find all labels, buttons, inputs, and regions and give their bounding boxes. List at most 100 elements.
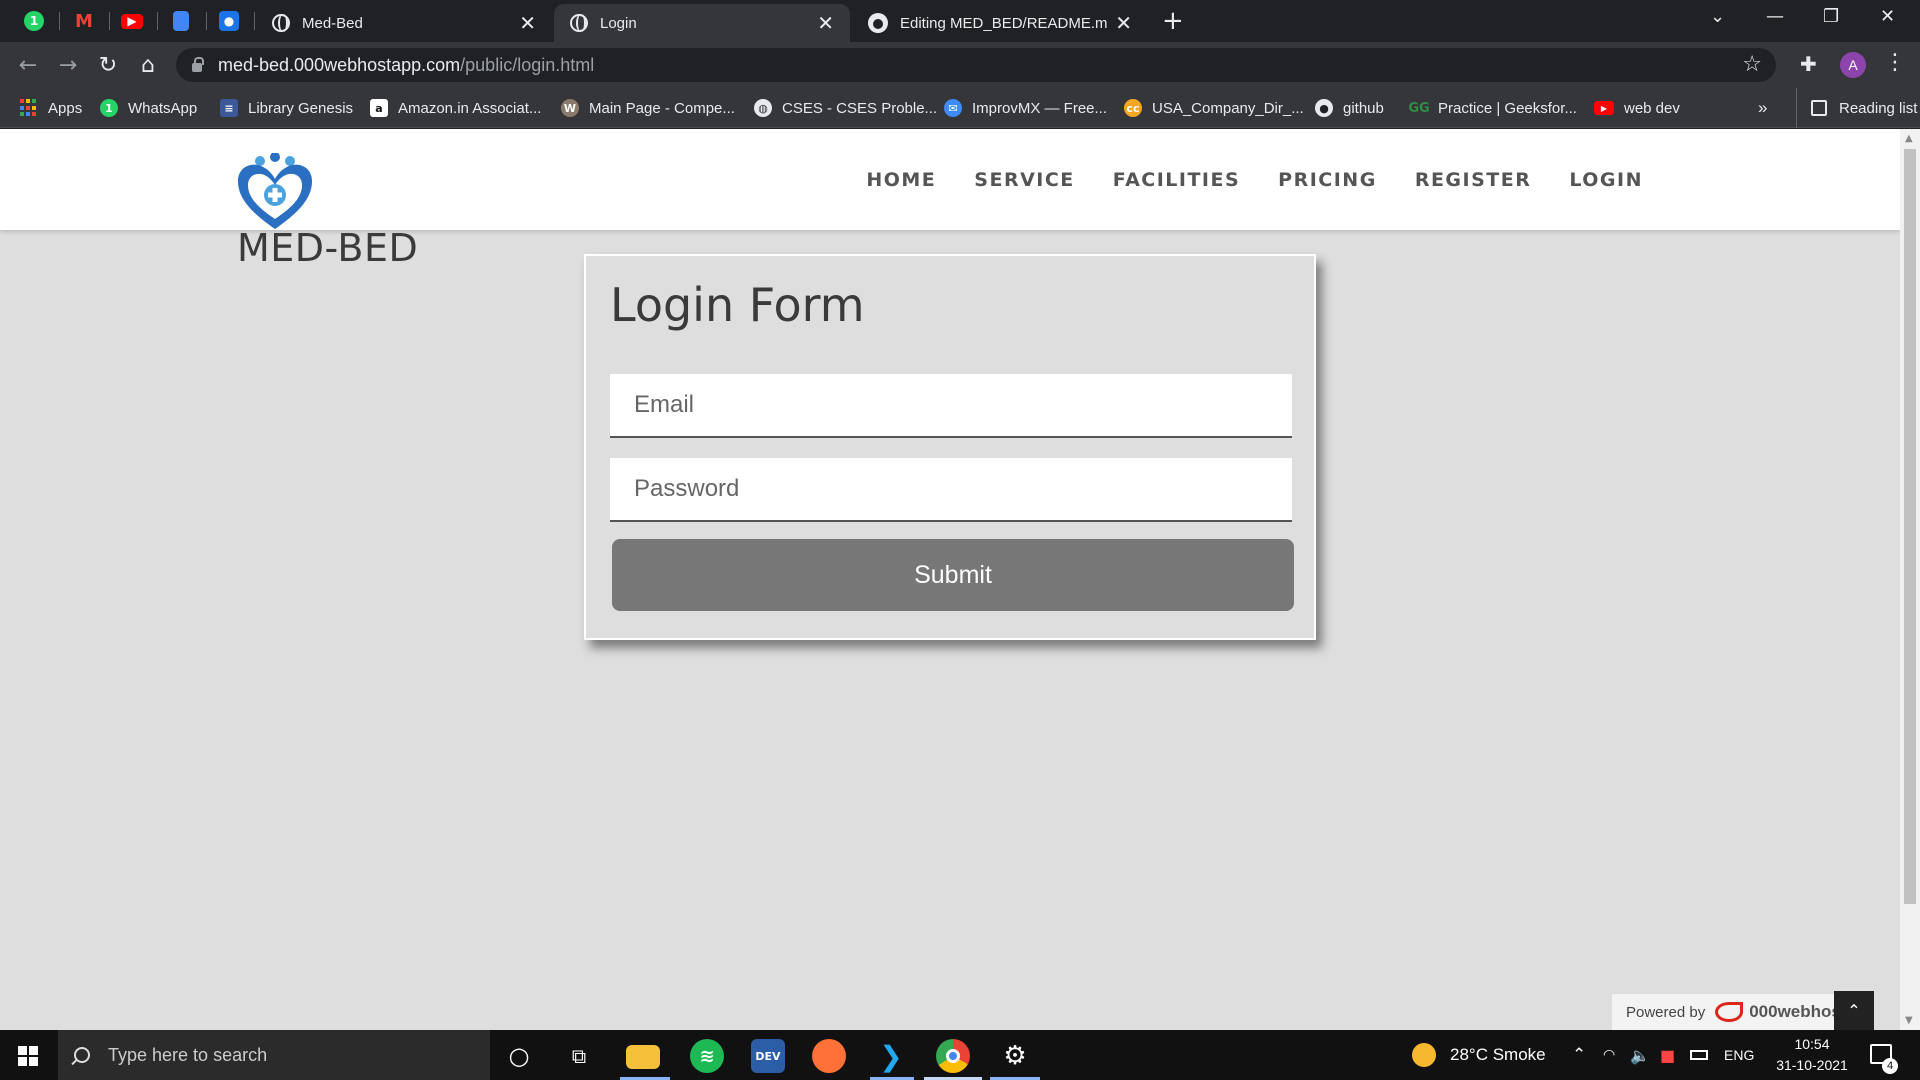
scrollbar-thumb[interactable] xyxy=(1904,149,1916,904)
notification-count-badge: 4 xyxy=(1882,1058,1898,1074)
windows-start-icon[interactable] xyxy=(18,1046,38,1066)
bookmark-apps[interactable]: Apps xyxy=(20,88,82,128)
nav-pricing[interactable]: PRICING xyxy=(1278,169,1377,191)
weather-text: 28°C Smoke xyxy=(1450,1045,1546,1064)
close-tab-icon[interactable]: ✕ xyxy=(519,11,536,35)
gmail-icon: M xyxy=(75,10,93,32)
search-icon xyxy=(74,1047,90,1063)
reading-list-icon xyxy=(1811,100,1827,116)
file-explorer-icon[interactable] xyxy=(626,1045,660,1069)
close-tab-icon[interactable]: ✕ xyxy=(817,11,834,35)
nav-home[interactable]: HOME xyxy=(866,169,936,191)
wifi-icon[interactable]: ◠ xyxy=(1603,1030,1615,1080)
scroll-up-arrow-icon[interactable]: ▲ xyxy=(1905,133,1913,144)
bookmarks-bar: Apps 1 WhatsApp ≡ Library Genesis a Amaz… xyxy=(0,88,1920,128)
bookmark-amazon[interactable]: a Amazon.in Associat... xyxy=(370,88,541,128)
taskbar-search[interactable]: Type here to search xyxy=(58,1030,490,1080)
address-bar[interactable]: med-bed.000webhostapp.com/public/login.h… xyxy=(176,48,1776,82)
nav-service[interactable]: SERVICE xyxy=(974,169,1075,191)
chrome-icon[interactable] xyxy=(936,1039,970,1073)
password-field[interactable] xyxy=(610,458,1292,522)
nav-login[interactable]: LOGIN xyxy=(1569,169,1643,191)
globe-icon xyxy=(570,14,588,32)
reload-icon[interactable]: ↻ xyxy=(94,51,122,79)
bookmark-web-dev[interactable]: ▶ web dev xyxy=(1594,88,1680,128)
cortana-icon[interactable]: ○ xyxy=(502,1039,536,1073)
bookmark-label: Practice | Geeksfor... xyxy=(1438,99,1577,117)
page-scrollbar[interactable]: ▲ ▼ xyxy=(1900,129,1920,1030)
bookmark-label: Library Genesis xyxy=(248,99,354,117)
nav-facilities[interactable]: FACILITIES xyxy=(1113,169,1240,191)
heart-plus-logo-icon[interactable] xyxy=(236,153,314,231)
nav-register[interactable]: REGISTER xyxy=(1415,169,1532,191)
restore-icon[interactable]: ❐ xyxy=(1823,6,1839,27)
profile-avatar[interactable]: A xyxy=(1840,52,1866,78)
bookmark-star-icon[interactable]: ☆ xyxy=(1742,52,1762,77)
windows-taskbar: Type here to search ○ ⧉ ≋ DEV ❯ ⚙ 28°C S… xyxy=(0,1030,1920,1080)
whatsapp-icon: 1 xyxy=(100,99,118,117)
powered-by-badge[interactable]: Powered by 000webhost xyxy=(1612,993,1870,1030)
menu-kebab-icon[interactable]: ⋮ xyxy=(1884,50,1906,75)
forward-icon[interactable]: → xyxy=(54,51,82,79)
extensions-icon[interactable]: ✚ xyxy=(1800,52,1817,76)
tab-med-bed[interactable]: Med-Bed ✕ xyxy=(256,4,552,42)
github-icon: ● xyxy=(1315,99,1333,117)
tray-overflow-chevron-icon[interactable]: ⌃ xyxy=(1572,1030,1586,1080)
wiki-icon: W xyxy=(561,99,579,117)
new-tab-icon[interactable]: + xyxy=(1162,6,1184,36)
site-header: HOME SERVICE FACILITIES PRICING REGISTER… xyxy=(0,129,1900,230)
form-title: Login Form xyxy=(610,278,865,332)
email-field[interactable] xyxy=(610,374,1292,438)
apps-grid-icon xyxy=(20,99,38,117)
app-tray-icon[interactable]: ■ xyxy=(1660,1030,1675,1080)
url-path: /public/login.html xyxy=(460,54,595,75)
scroll-to-top-icon[interactable]: ⌃ xyxy=(1834,991,1874,1030)
bookmark-usa-company[interactable]: cc USA_Company_Dir_... xyxy=(1124,88,1304,128)
language-indicator[interactable]: ENG xyxy=(1724,1030,1754,1080)
contacts-icon: ● xyxy=(219,11,239,31)
firefox-icon[interactable] xyxy=(812,1039,846,1073)
vscode-icon[interactable]: ❯ xyxy=(874,1039,908,1073)
weather-widget[interactable]: 28°C Smoke xyxy=(1412,1030,1546,1080)
minimize-icon[interactable]: — xyxy=(1766,6,1784,27)
bookmarks-overflow-chevron[interactable]: » xyxy=(1758,88,1767,128)
spotify-icon[interactable]: ≋ xyxy=(690,1039,724,1073)
volume-icon[interactable]: 🔈 xyxy=(1630,1030,1650,1080)
home-icon[interactable]: ⌂ xyxy=(134,51,162,79)
bookmark-improvmx[interactable]: ✉ ImprovMX — Free... xyxy=(944,88,1107,128)
whatsapp-icon: 1 xyxy=(24,11,44,31)
bookmark-competitive-wiki[interactable]: W Main Page - Compe... xyxy=(561,88,735,128)
tab-search-chevron-icon[interactable]: ⌄ xyxy=(1710,6,1725,27)
taskbar-clock[interactable]: 10:54 31-10-2021 xyxy=(1762,1034,1862,1076)
taskbar-search-placeholder: Type here to search xyxy=(108,1044,268,1065)
library-icon: ≡ xyxy=(220,99,238,117)
bookmark-geeksforgeeks[interactable]: GG Practice | Geeksfor... xyxy=(1408,88,1577,128)
settings-gear-icon[interactable]: ⚙ xyxy=(998,1039,1032,1073)
tab-github-editing[interactable]: Editing MED_BED/README.md a ✕ xyxy=(852,4,1148,42)
bookmark-library-genesis[interactable]: ≡ Library Genesis xyxy=(220,88,353,128)
pinned-tab-contacts[interactable]: ● xyxy=(205,8,253,34)
bookmark-label: github xyxy=(1343,99,1384,117)
submit-button[interactable]: Submit xyxy=(612,539,1294,611)
scroll-down-arrow-icon[interactable]: ▼ xyxy=(1905,1015,1913,1026)
pinned-tab-docs[interactable] xyxy=(157,8,205,34)
back-icon[interactable]: ← xyxy=(14,51,42,79)
bookmark-label: ImprovMX — Free... xyxy=(972,99,1108,117)
pinned-tab-whatsapp[interactable]: 1 xyxy=(10,8,58,34)
pinned-tab-youtube[interactable]: ▶ xyxy=(108,8,156,34)
battery-icon[interactable] xyxy=(1690,1030,1708,1080)
pinned-tab-gmail[interactable]: M xyxy=(60,8,108,34)
site-nav-menu: HOME SERVICE FACILITIES PRICING REGISTER… xyxy=(866,169,1643,191)
bookmark-cses[interactable]: ◍ CSES - CSES Proble... xyxy=(754,88,937,128)
tab-separator xyxy=(254,12,255,30)
bookmark-github[interactable]: ● github xyxy=(1315,88,1384,128)
dev-cpp-icon[interactable]: DEV xyxy=(751,1039,785,1073)
reading-list-button[interactable]: Reading list xyxy=(1796,88,1917,128)
close-tab-icon[interactable]: ✕ xyxy=(1115,11,1132,35)
host-name: 000webhost xyxy=(1749,1002,1847,1021)
task-view-icon[interactable]: ⧉ xyxy=(562,1039,596,1073)
close-window-icon[interactable]: ✕ xyxy=(1880,6,1895,27)
login-form: Login Form Submit xyxy=(584,254,1316,640)
tab-login[interactable]: Login ✕ xyxy=(554,4,850,42)
bookmark-whatsapp[interactable]: 1 WhatsApp xyxy=(100,88,197,128)
